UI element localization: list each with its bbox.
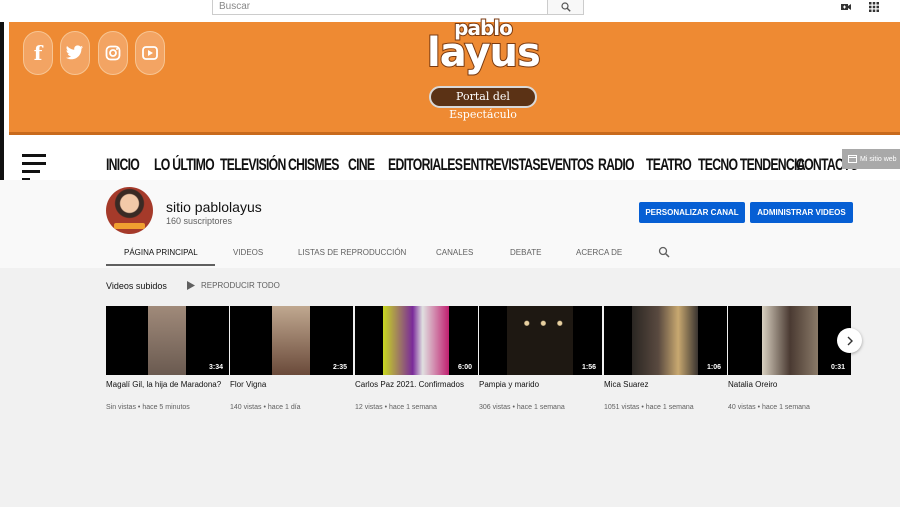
video-age: hace 1 semana xyxy=(388,404,437,411)
channel-banner: f pablo layus Portal del Espectáculo INI… xyxy=(0,15,900,181)
video-duration: 1:56 xyxy=(578,363,599,372)
customize-channel-button[interactable]: PERSONALIZAR CANAL xyxy=(639,202,745,223)
video-card[interactable]: 1:06 Mica Suarez 1051 vistas • hace 1 se… xyxy=(604,306,727,411)
manage-videos-button[interactable]: ADMINISTRAR VIDEOS xyxy=(750,202,853,223)
search-icon xyxy=(560,2,571,12)
apps-grid-icon[interactable] xyxy=(868,1,880,13)
video-meta: 140 vistas • hace 1 día xyxy=(230,404,301,411)
video-card[interactable]: 0:31 Natalia Oreiro 40 vistas • hace 1 s… xyxy=(728,306,851,411)
twitter-icon[interactable] xyxy=(60,31,90,75)
search-input[interactable]: Buscar xyxy=(212,0,548,15)
video-duration: 1:06 xyxy=(703,363,724,372)
tab-discussion[interactable]: DEBATE xyxy=(510,240,541,266)
nav-item-teatro[interactable]: TEATRO xyxy=(646,155,692,175)
nav-item-inicio[interactable]: INICIO xyxy=(106,155,140,175)
banner-background: f pablo layus Portal del Espectáculo xyxy=(9,15,900,132)
youtube-icon[interactable] xyxy=(135,31,165,75)
video-age: hace 1 día xyxy=(267,404,301,411)
logo-tagline: Portal del Espectáculo xyxy=(429,86,537,121)
nav-item-tecno-tendencia[interactable]: TECNO TENDENCIA xyxy=(698,155,806,175)
video-thumbnail[interactable]: 3:34 xyxy=(106,306,229,375)
video-thumbnail[interactable]: 6:00 xyxy=(355,306,478,375)
video-thumbnail[interactable]: 1:56 xyxy=(479,306,602,375)
video-views: 12 vistas xyxy=(355,404,383,411)
video-meta: 12 vistas • hace 1 semana xyxy=(355,404,437,411)
video-views: 40 vistas xyxy=(728,404,756,411)
nav-item-eventos[interactable]: EVENTOS xyxy=(540,155,594,175)
tab-videos[interactable]: VIDEOS xyxy=(233,240,263,266)
search-button[interactable] xyxy=(547,0,584,15)
avatar[interactable] xyxy=(106,187,153,234)
video-meta: Sin vistas • hace 5 minutos xyxy=(106,404,190,411)
tab-playlists[interactable]: LISTAS DE REPRODUCCIÓN xyxy=(298,240,406,266)
video-age: hace 1 semana xyxy=(761,404,810,411)
facebook-icon[interactable]: f xyxy=(23,31,53,75)
video-meta: 1051 vistas • hace 1 semana xyxy=(604,404,694,411)
video-title[interactable]: Flor Vigna xyxy=(230,380,353,400)
tab-channels[interactable]: CANALES xyxy=(436,240,473,266)
video-title[interactable]: Carlos Paz 2021. Confirmados xyxy=(355,380,478,400)
play-icon xyxy=(187,281,195,290)
subscriber-count: 160 suscriptores xyxy=(166,216,233,226)
video-card[interactable]: 3:34 Magalí Gil, la hija de Maradona? Si… xyxy=(106,306,229,411)
video-views: Sin vistas xyxy=(106,404,136,411)
channel-search-icon[interactable] xyxy=(658,246,670,258)
tab-about[interactable]: ACERCA DE xyxy=(576,240,622,266)
video-meta: 40 vistas • hace 1 semana xyxy=(728,404,810,411)
banner-underline xyxy=(9,132,900,135)
play-all-label: REPRODUCIR TODO xyxy=(201,281,280,290)
nav-item-cine[interactable]: CINE xyxy=(348,155,375,175)
mini-site-label: Mi sitio web xyxy=(860,155,897,163)
mini-site-link[interactable]: Mi sitio web xyxy=(842,149,900,169)
video-title[interactable]: Mica Suarez xyxy=(604,380,727,400)
video-duration: 0:31 xyxy=(827,363,848,372)
chevron-right-icon xyxy=(847,336,853,345)
banner-divider xyxy=(0,22,4,180)
video-views: 140 vistas xyxy=(230,404,262,411)
nav-item-chismes[interactable]: CHISMES xyxy=(288,155,339,175)
channel-logo: pablo layus Portal del Espectáculo xyxy=(426,15,542,121)
video-title[interactable]: Natalia Oreiro xyxy=(728,380,851,400)
video-duration: 2:35 xyxy=(329,363,350,372)
video-title[interactable]: Pampia y marido xyxy=(479,380,602,400)
site-icon xyxy=(848,155,857,163)
section-title: Videos subidos xyxy=(106,281,167,291)
video-card[interactable]: 2:35 Flor Vigna 140 vistas • hace 1 día xyxy=(230,306,353,411)
nav-item-radio[interactable]: RADIO xyxy=(598,155,635,175)
nav-item-entrevistas[interactable]: ENTREVISTAS xyxy=(463,155,541,175)
nav-item-lo-ultimo[interactable]: LO ÚLTIMO xyxy=(154,155,215,175)
next-arrow-button[interactable] xyxy=(837,328,862,353)
video-card[interactable]: 1:56 Pampia y marido 306 vistas • hace 1… xyxy=(479,306,602,411)
video-thumbnail[interactable]: 1:06 xyxy=(604,306,727,375)
instagram-icon[interactable] xyxy=(98,31,128,75)
video-duration: 6:00 xyxy=(454,363,475,372)
video-views: 306 vistas xyxy=(479,404,511,411)
video-camera-icon[interactable] xyxy=(840,1,852,13)
play-all-button[interactable]: REPRODUCIR TODO xyxy=(187,281,280,290)
nav-item-television[interactable]: TELEVISIÓN xyxy=(220,155,286,175)
logo-main-text: layus xyxy=(426,29,542,77)
video-views: 1051 vistas xyxy=(604,404,640,411)
video-age: hace 1 semana xyxy=(645,404,694,411)
video-age: hace 5 minutos xyxy=(142,404,190,411)
nav-item-editoriales[interactable]: EDITORIALES xyxy=(388,155,463,175)
channel-name: sitio pablolayus xyxy=(166,199,262,215)
video-thumbnail[interactable]: 2:35 xyxy=(230,306,353,375)
video-title[interactable]: Magalí Gil, la hija de Maradona? xyxy=(106,380,229,400)
video-meta: 306 vistas • hace 1 semana xyxy=(479,404,565,411)
avatar-badge xyxy=(114,223,145,229)
video-duration: 3:34 xyxy=(205,363,226,372)
youtube-channel-page: Buscar f pablo layus Portal del Espectác… xyxy=(0,0,900,507)
video-thumbnail[interactable]: 0:31 xyxy=(728,306,851,375)
channel-header: sitio pablolayus 160 suscriptores PERSON… xyxy=(0,180,900,268)
video-card[interactable]: 6:00 Carlos Paz 2021. Confirmados 12 vis… xyxy=(355,306,478,411)
video-age: hace 1 semana xyxy=(516,404,565,411)
tab-home[interactable]: PÁGINA PRINCIPAL xyxy=(106,240,215,266)
